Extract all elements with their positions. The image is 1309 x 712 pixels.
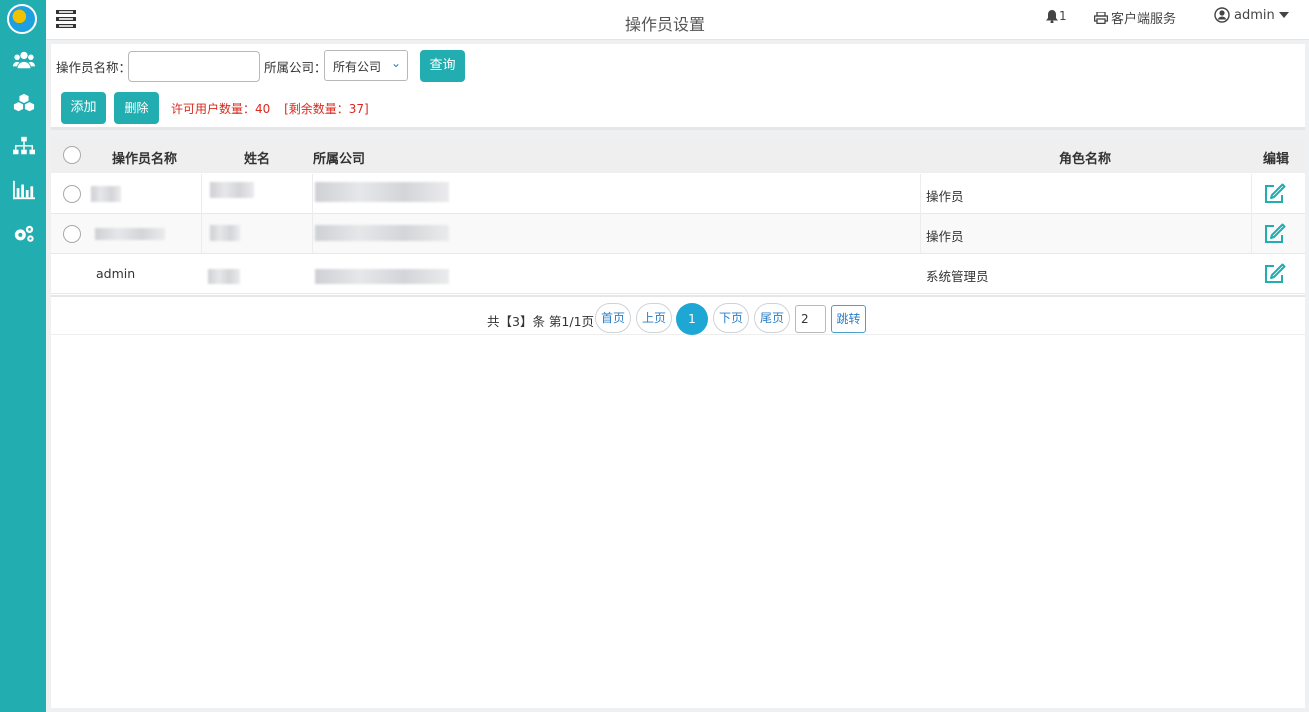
column-fullname: 姓名 — [244, 152, 271, 167]
column-edit: 编辑 — [1263, 152, 1290, 167]
row-radio[interactable] — [63, 185, 81, 203]
redacted-fullname — [208, 269, 240, 284]
client-service-label: 客户端服务 — [1111, 12, 1177, 27]
column-role: 角色名称 — [1059, 152, 1112, 167]
edit-icon[interactable] — [1263, 262, 1287, 286]
first-page-button[interactable]: 首页 — [595, 303, 631, 333]
redacted-operator-name — [91, 186, 121, 202]
column-operator-name: 操作员名称 — [112, 152, 178, 167]
next-page-button[interactable]: 下页 — [713, 303, 749, 333]
table-row[interactable]: 操作员 — [51, 174, 1305, 214]
users-icon[interactable] — [12, 50, 36, 70]
remaining-count: [剩余数量：37] — [284, 102, 369, 116]
row-role: 系统管理员 — [926, 269, 989, 284]
select-all-radio[interactable] — [63, 146, 81, 164]
query-button[interactable]: 查询 — [420, 50, 465, 82]
jump-page-input[interactable]: 2 — [795, 305, 826, 333]
jump-button[interactable]: 跳转 — [831, 305, 866, 333]
column-company: 所属公司 — [313, 152, 366, 167]
table-row[interactable]: 操作员 — [51, 214, 1305, 254]
user-menu[interactable]: admin — [1214, 7, 1289, 23]
company-selected: 所有公司 — [333, 60, 382, 74]
caret-down-icon — [1278, 12, 1289, 18]
bar-chart-icon[interactable] — [12, 180, 36, 200]
delete-button[interactable]: 删除 — [114, 92, 159, 124]
operator-table: 操作员名称 姓名 所属公司 角色名称 编辑 操作员 操作员 admin 系统管理… — [51, 138, 1305, 708]
cogs-icon[interactable] — [12, 224, 36, 244]
row-role: 操作员 — [926, 189, 964, 204]
user-circle-icon — [1214, 7, 1230, 23]
table-row[interactable]: admin 系统管理员 — [51, 254, 1305, 294]
license-info: 许可用户数量：40 [剩余数量：37] — [171, 100, 369, 117]
redacted-operator-name — [95, 228, 165, 240]
redacted-company — [315, 182, 449, 202]
company-select[interactable]: 所有公司 ⌄ — [324, 50, 408, 81]
operator-name-label: 操作员名称： — [56, 60, 132, 75]
row-operator-name: admin — [96, 266, 136, 281]
redacted-company — [315, 269, 449, 284]
table-header: 操作员名称 姓名 所属公司 角色名称 编辑 — [51, 138, 1305, 173]
app-logo — [7, 4, 37, 34]
add-button[interactable]: 添加 — [61, 92, 106, 124]
pagination: 共【3】条 第1/1页 首页 上页 1 下页 尾页 2 跳转 — [51, 295, 1305, 335]
cubes-icon[interactable] — [12, 93, 36, 113]
notifications[interactable]: 1 — [1046, 9, 1067, 23]
row-radio[interactable] — [63, 225, 81, 243]
pagination-summary: 共【3】条 第1/1页 — [487, 314, 595, 329]
prev-page-button[interactable]: 上页 — [636, 303, 672, 333]
sitemap-icon[interactable] — [12, 136, 36, 156]
username: admin — [1234, 7, 1275, 23]
redacted-company — [315, 225, 449, 241]
sidebar — [0, 0, 46, 712]
client-service-link[interactable]: 客户端服务 — [1094, 8, 1176, 27]
redacted-fullname — [210, 182, 254, 198]
notification-count: 1 — [1059, 9, 1067, 23]
top-bar: 操作员设置 1 客户端服务 admin — [46, 0, 1309, 40]
current-page-button[interactable]: 1 — [676, 303, 708, 335]
chevron-down-icon: ⌄ — [390, 56, 401, 70]
last-page-button[interactable]: 尾页 — [754, 303, 790, 333]
row-role: 操作员 — [926, 229, 964, 244]
filter-panel: 操作员名称： 所属公司： 所有公司 ⌄ 查询 添加 删除 许可用户数量：40 [… — [51, 44, 1305, 130]
operator-name-input[interactable] — [128, 51, 260, 82]
printer-icon — [1094, 11, 1108, 24]
license-count: 许可用户数量：40 — [171, 102, 271, 116]
edit-icon[interactable] — [1263, 222, 1287, 246]
redacted-fullname — [210, 225, 240, 241]
bell-icon — [1046, 9, 1058, 23]
company-label: 所属公司： — [264, 60, 327, 75]
edit-icon[interactable] — [1263, 182, 1287, 206]
